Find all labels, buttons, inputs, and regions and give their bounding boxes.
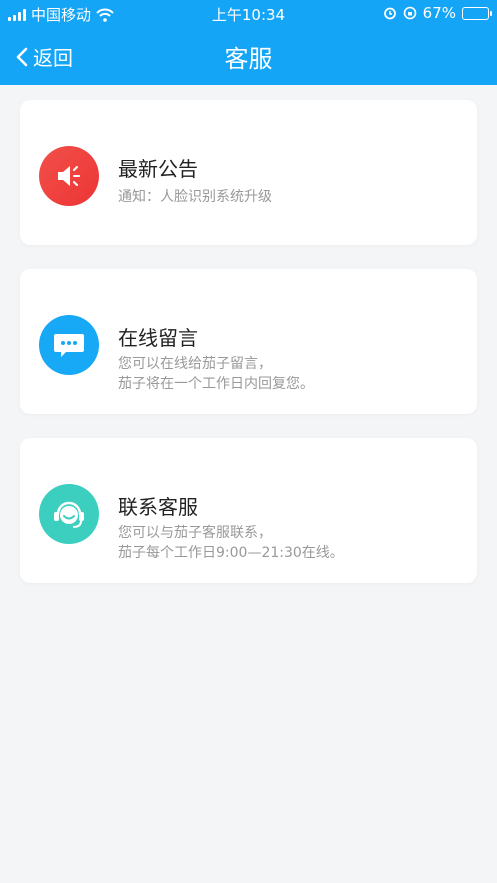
card-description-line: 通知：人脸识别系统升级 [118,189,272,205]
card-title: 在线留言 [118,326,198,350]
alarm-icon [383,7,396,20]
card-title: 最新公告 [118,157,198,181]
status-bar: 中国移动 上午10:34 67% [0,0,497,28]
chat-bubble-icon [39,315,99,375]
back-label: 返回 [33,46,73,70]
card-description-line: 茄子将在一个工作日内回复您。 [118,376,314,392]
announcement-card[interactable]: 最新公告 通知：人脸识别系统升级 [20,100,477,245]
header: 中国移动 上午10:34 67% 返回 客服 [0,0,497,85]
card-title: 联系客服 [118,495,198,519]
card-description: 您可以与茄子客服联系， 茄子每个工作日9:00—21:30在线。 [118,523,344,563]
headset-icon [39,484,99,544]
page-title: 客服 [224,45,273,73]
battery-percent: 67% [422,4,456,22]
nav-bar: 返回 客服 [0,28,497,85]
card-description: 通知：人脸识别系统升级 [118,187,272,207]
card-description-line: 茄子每个工作日9:00—21:30在线。 [118,545,344,561]
card-description-line: 您可以与茄子客服联系， [118,525,272,541]
card-description-line: 您可以在线给茄子留言， [118,356,272,372]
contact-service-card[interactable]: 联系客服 您可以与茄子客服联系， 茄子每个工作日9:00—21:30在线。 [20,438,477,583]
battery-icon [462,6,492,20]
online-message-card[interactable]: 在线留言 您可以在线给茄子留言， 茄子将在一个工作日内回复您。 [20,269,477,414]
card-description: 您可以在线给茄子留言， 茄子将在一个工作日内回复您。 [118,354,314,394]
speaker-icon [39,146,99,206]
rotation-lock-icon [403,6,416,20]
chevron-left-icon [16,47,28,66]
back-button[interactable]: 返回 [16,42,73,71]
